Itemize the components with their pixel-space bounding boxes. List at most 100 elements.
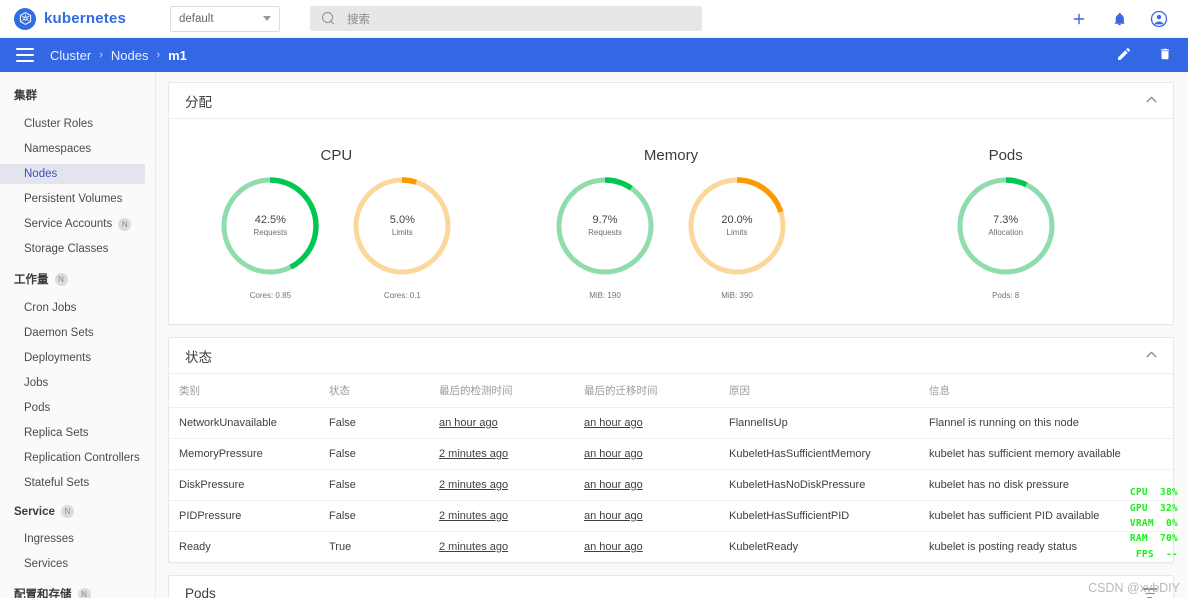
sidebar-item-cron-jobs[interactable]: Cron Jobs xyxy=(0,298,147,318)
sidebar-item-label: Pods xyxy=(24,402,51,414)
donut-pair: 7.3% Allocation Pods: 8 xyxy=(952,172,1060,300)
sidebar-item-stateful-sets[interactable]: Stateful Sets xyxy=(0,473,147,493)
donut-percent: 7.3% xyxy=(993,214,1019,227)
sidebar-item-cluster-roles[interactable]: Cluster Roles xyxy=(0,114,147,134)
search-placeholder: 搜索 xyxy=(347,13,370,26)
sidebar-group-badge: N xyxy=(60,505,74,518)
relative-time[interactable]: an hour ago xyxy=(584,417,643,429)
sidebar-group-0: 集群 xyxy=(0,80,155,109)
filter-list-icon[interactable] xyxy=(1142,588,1157,598)
cell-status: False xyxy=(319,469,429,501)
relative-time[interactable]: 2 minutes ago xyxy=(439,479,508,491)
sidebar-item-daemon-sets[interactable]: Daemon Sets xyxy=(0,323,147,343)
relative-time[interactable]: an hour ago xyxy=(584,510,643,522)
column-header-last-transition[interactable]: 最后的迁移时间 xyxy=(574,374,719,408)
sidebar-item-pods[interactable]: Pods xyxy=(0,398,147,418)
column-header-status[interactable]: 状态 xyxy=(319,374,429,408)
table-row[interactable]: NetworkUnavailable False an hour ago an hou… xyxy=(169,407,1173,439)
sidebar-item-replication-controllers[interactable]: Replication Controllers xyxy=(0,448,147,468)
relative-time[interactable]: 2 minutes ago xyxy=(439,541,508,553)
cell-last-transition: an hour ago xyxy=(574,469,719,501)
sidebar-item-namespaces[interactable]: Namespaces xyxy=(0,139,147,159)
cell-reason: KubeletReady xyxy=(729,541,799,553)
bell-icon[interactable] xyxy=(1110,10,1128,28)
allocation-group-title: CPU xyxy=(320,147,353,164)
account-circle-icon[interactable] xyxy=(1150,10,1168,28)
cell-type: Ready xyxy=(179,541,211,553)
sidebar[interactable]: 集群 Cluster Roles Namespaces Nodes Persistent… xyxy=(0,72,156,598)
sidebar-item-label: Namespaces xyxy=(24,143,92,155)
trash-icon[interactable] xyxy=(1158,46,1172,65)
sidebar-group-badge: N xyxy=(77,587,91,598)
table-row[interactable]: MemoryPressure False 2 minutes ago an hour … xyxy=(169,438,1173,470)
namespace-value: default xyxy=(179,12,214,25)
conditions-card: 状态 类别 状态 最后的检测时间 最后的迁移时间 原因 信息 NetworkUn… xyxy=(168,337,1174,563)
chevron-up-icon[interactable] xyxy=(1146,351,1157,361)
brand[interactable]: kubernetes xyxy=(0,7,160,30)
breadcrumb-item-nodes[interactable]: Nodes xyxy=(111,48,149,63)
table-row[interactable]: DiskPressure False 2 minutes ago an hour ag… xyxy=(169,469,1173,501)
sidebar-item-label: Daemon Sets xyxy=(24,327,94,339)
search-icon xyxy=(322,12,335,25)
relative-time[interactable]: an hour ago xyxy=(584,479,643,491)
donut-footer: Cores: 0.85 xyxy=(249,291,291,300)
cell-message: kubelet has sufficient PID available xyxy=(919,500,1173,532)
donut-chart[interactable]: 7.3% Allocation xyxy=(952,172,1060,280)
sidebar-item-jobs[interactable]: Jobs xyxy=(0,373,147,393)
breadcrumb-separator: › xyxy=(156,49,161,61)
brand-label: kubernetes xyxy=(44,10,127,27)
donut-chart[interactable]: 9.7% Requests xyxy=(551,172,659,280)
donut-label: Requests xyxy=(588,227,622,237)
sidebar-item-persistent-volumes[interactable]: Persistent Volumes xyxy=(0,189,147,209)
cell-status: False xyxy=(319,438,429,470)
sidebar-item-label: Jobs xyxy=(24,377,49,389)
breadcrumb-item-m1[interactable]: m1 xyxy=(168,48,187,63)
relative-time[interactable]: 2 minutes ago xyxy=(439,448,508,460)
search-input[interactable]: 搜索 xyxy=(310,6,702,31)
column-header-reason[interactable]: 原因 xyxy=(719,374,919,408)
sidebar-item-ingresses[interactable]: Ingresses xyxy=(0,529,147,549)
chevron-up-icon[interactable] xyxy=(1146,96,1157,106)
cell-last-probe: 2 minutes ago xyxy=(429,469,574,501)
column-header-message[interactable]: 信息 xyxy=(919,374,1173,408)
table-row[interactable]: PIDPressure False 2 minutes ago an hour ago… xyxy=(169,500,1173,532)
donut-label: Requests xyxy=(253,227,288,237)
column-header-type[interactable]: 类别 xyxy=(169,374,319,408)
breadcrumb-bar: Cluster › Nodes › m1 xyxy=(0,38,1188,72)
sidebar-item-service-accounts[interactable]: Service Accounts N xyxy=(0,214,147,234)
namespace-select[interactable]: default xyxy=(170,5,280,32)
cell-message: kubelet has sufficient memory available xyxy=(919,438,1173,470)
sidebar-group-badge: N xyxy=(54,272,68,286)
sidebar-item-replica-sets[interactable]: Replica Sets xyxy=(0,423,147,443)
relative-time[interactable]: an hour ago xyxy=(584,448,643,460)
hamburger-menu-icon[interactable] xyxy=(16,48,34,62)
donut-center-label: 5.0% Limits xyxy=(348,172,456,280)
relative-time[interactable]: 2 minutes ago xyxy=(439,510,508,522)
cell-type: NetworkUnavailable xyxy=(169,407,319,439)
sidebar-item-services[interactable]: Services xyxy=(0,554,147,574)
relative-time[interactable]: an hour ago xyxy=(584,541,643,553)
donut-chart[interactable]: 5.0% Limits xyxy=(348,172,456,280)
sidebar-nav: 集群 Cluster Roles Namespaces Nodes Persistent… xyxy=(0,80,155,598)
breadcrumb-item-cluster[interactable]: Cluster xyxy=(50,48,91,63)
sidebar-group-1: 工作量 N xyxy=(0,264,155,293)
plus-icon[interactable] xyxy=(1070,10,1088,28)
sidebar-item-label: Cron Jobs xyxy=(24,302,77,314)
donut-chart[interactable]: 20.0% Limits xyxy=(683,172,791,280)
sidebar-item-label: Nodes xyxy=(24,168,58,180)
donut-center-label: 7.3% Allocation xyxy=(952,172,1060,280)
pencil-icon[interactable] xyxy=(1116,46,1132,65)
sidebar-item-nodes[interactable]: Nodes xyxy=(0,164,145,184)
sidebar-item-deployments[interactable]: Deployments xyxy=(0,348,147,368)
table-row[interactable]: Ready True 2 minutes ago an hour ago Kubelet… xyxy=(169,532,1173,563)
donut-chart[interactable]: 42.5% Requests xyxy=(216,172,324,280)
relative-time[interactable]: an hour ago xyxy=(439,417,498,429)
cell-last-transition: an hour ago xyxy=(574,500,719,532)
sidebar-item-storage-classes[interactable]: Storage Classes xyxy=(0,239,147,259)
breadcrumb: Cluster › Nodes › m1 xyxy=(50,48,187,63)
sidebar-item-label: Cluster Roles xyxy=(24,118,94,130)
allocation-group-cpu: CPU 42.5% Requests Cores: 0.85 5.0% Limits Cor… xyxy=(169,143,504,300)
column-header-last-probe[interactable]: 最后的检测时间 xyxy=(429,374,574,408)
sidebar-group-label: 配置和存储 xyxy=(14,589,72,598)
cell-reason: FlannelIsUp xyxy=(719,407,919,439)
